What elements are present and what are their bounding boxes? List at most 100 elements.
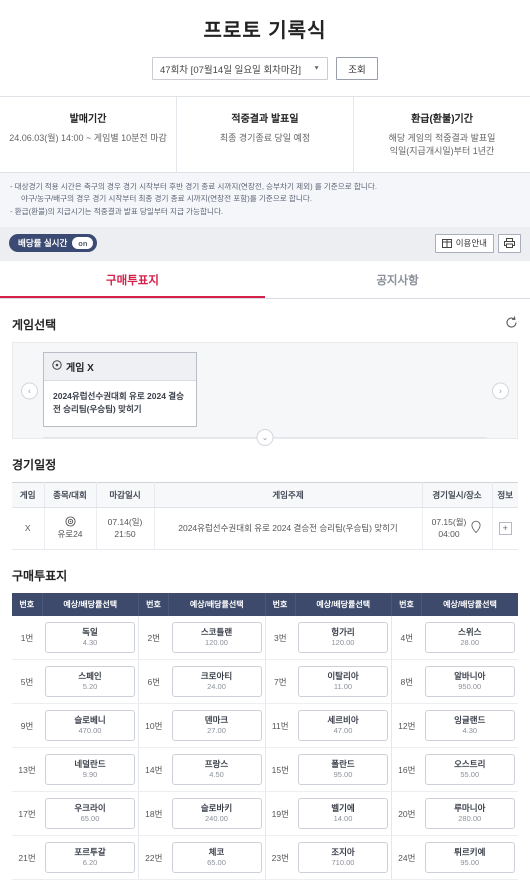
option-number: 2번: [138, 616, 169, 661]
option-button[interactable]: 슬로바키 240.00: [171, 798, 262, 830]
search-button[interactable]: 조회: [336, 57, 378, 80]
option-cell: 체코 65.00: [168, 835, 266, 880]
option-button[interactable]: 폴란드 95.00: [298, 754, 388, 786]
option-button[interactable]: 프랑스 4.50: [171, 754, 262, 786]
tab-notices[interactable]: 공지사항: [265, 261, 530, 298]
col-pick: 예상/배당률선택: [168, 593, 266, 617]
location-pin-icon[interactable]: [470, 520, 482, 538]
col-match-datetime: 경기일시/장소: [422, 482, 493, 509]
toggle-state-pill: on: [72, 237, 94, 250]
option-button[interactable]: 덴마크 27.00: [171, 710, 262, 742]
option-number: 21번: [12, 835, 42, 880]
col-deadline: 마감일시: [96, 482, 155, 509]
col-pick: 예상/배당률선택: [295, 593, 392, 617]
col-info: 정보: [492, 482, 518, 509]
refresh-icon[interactable]: [505, 316, 518, 332]
option-button[interactable]: 알바니아 950.00: [424, 666, 515, 698]
option-team: 프랑스: [204, 759, 229, 770]
info-text: 24.06.03(월) 14:00 ~ 게임별 10분전 마감: [9, 133, 167, 143]
option-number: 1번: [12, 616, 42, 661]
option-team: 이탈리아: [327, 671, 359, 682]
option-team: 헝가리: [331, 627, 355, 638]
option-team: 폴란드: [331, 759, 355, 770]
option-odds: 470.00: [78, 726, 102, 735]
info-cell-refund-period: 환급(환불)기간 해당 게임의 적중결과 발표일 익일(지급개시일)부터 1년간: [354, 97, 530, 172]
option-number: 20번: [391, 791, 422, 837]
option-cell: 네덜란드 9.90: [42, 747, 139, 793]
option-button[interactable]: 헝가리 120.00: [298, 622, 388, 654]
option-cell: 슬로베니 470.00: [42, 703, 139, 749]
option-button[interactable]: 스페인 5.20: [45, 666, 135, 698]
option-button[interactable]: 조지아 710.00: [298, 842, 388, 874]
option-team: 덴마크: [204, 715, 229, 726]
carousel-expand-button[interactable]: ⌄: [256, 429, 274, 447]
match-date: 07.15(월): [431, 517, 467, 528]
option-button[interactable]: 세르비아 47.00: [298, 710, 388, 742]
game-carousel: ‹ 게임 X 2024유럽선수권대회 유로 2024 결승전 승리팀(우승팀) …: [12, 341, 518, 447]
page-title: 프로토 기록식: [203, 20, 327, 42]
option-button[interactable]: 독일 4.30: [45, 622, 135, 654]
option-number: 11번: [265, 703, 295, 749]
betting-heading: 구매투표지: [12, 569, 68, 584]
option-odds: 65.00: [80, 814, 100, 823]
table-row: 5번 스페인 5.20 6번 크로아티 24.00 7번 이탈리아 11.00 8번 알바니아 950…: [12, 659, 518, 705]
option-number: 5번: [12, 659, 42, 705]
option-cell: 튀르키예 95.00: [421, 835, 518, 880]
info-summary-row: 발매기간 24.06.03(월) 14:00 ~ 게임별 10분전 마감 적중결…: [0, 96, 530, 174]
option-cell: 조지아 710.00: [295, 835, 392, 880]
option-button[interactable]: 크로아티 24.00: [171, 666, 262, 698]
info-text: 최종 경기종료 당일 예정: [219, 133, 311, 143]
option-button[interactable]: 튀르키예 95.00: [424, 842, 515, 874]
option-button[interactable]: 포르투갈 6.20: [45, 842, 135, 874]
expand-info-button[interactable]: +: [498, 522, 512, 536]
option-odds: 120.00: [331, 638, 355, 647]
option-button[interactable]: 네덜란드 9.90: [45, 754, 135, 786]
option-button[interactable]: 스코틀랜 120.00: [171, 622, 262, 654]
option-button[interactable]: 스위스 28.00: [424, 622, 515, 654]
option-button[interactable]: 이탈리아 11.00: [298, 666, 388, 698]
tab-purchase-slip[interactable]: 구매투표지: [0, 261, 265, 298]
option-number: 19번: [265, 791, 295, 837]
print-button[interactable]: [498, 233, 521, 253]
option-button[interactable]: 슬로베니 470.00: [45, 710, 135, 742]
info-title: 발매기간: [69, 114, 107, 125]
notice-line: - 환급(환불)의 지급시기는 적중결과 발표 당일부터 지급 가능합니다.: [10, 206, 224, 216]
option-button[interactable]: 오스트리 55.00: [424, 754, 515, 786]
info-cell-sale-period: 발매기간 24.06.03(월) 14:00 ~ 게임별 10분전 마감: [0, 97, 177, 173]
option-button[interactable]: 체코 65.00: [171, 842, 262, 874]
carousel-next-button[interactable]: ›: [492, 382, 509, 400]
game-card[interactable]: 게임 X 2024유럽선수권대회 유로 2024 결승전 승리팀(우승팀) 맞히…: [43, 351, 197, 428]
option-cell: 우크라이 65.00: [42, 791, 139, 837]
option-team: 네덜란드: [74, 759, 106, 770]
cell-subject: 2024유럽선수권대회 유로 2024 결승전 승리팀(우승팀) 맞히기: [154, 507, 423, 551]
option-team: 스코틀랜: [200, 627, 233, 638]
option-cell: 스위스 28.00: [421, 616, 518, 661]
option-number: 17번: [12, 791, 42, 837]
option-odds: 65.00: [207, 858, 226, 867]
option-number: 6번: [138, 659, 169, 705]
game-card-subject: 2024유럽선수권대회 유로 2024 결승전 승리팀(우승팀) 맞히기: [53, 390, 184, 414]
option-number: 16번: [391, 747, 422, 793]
col-game: 게임: [12, 482, 45, 509]
carousel-prev-button[interactable]: ‹: [21, 382, 38, 400]
option-team: 오스트리: [454, 759, 486, 770]
option-odds: 11.00: [333, 682, 353, 691]
option-button[interactable]: 벨기에 14.00: [298, 798, 388, 830]
round-select[interactable]: 47회차 [07월14일 일요일 회차마감] ▼: [152, 57, 328, 80]
option-button[interactable]: 우크라이 65.00: [45, 798, 135, 830]
cell-game: X: [12, 507, 45, 551]
option-number: 14번: [138, 747, 169, 793]
option-odds: 27.00: [207, 726, 226, 735]
option-button[interactable]: 잉글랜드 4.30: [424, 710, 515, 742]
option-button[interactable]: 루마니아 280.00: [424, 798, 515, 830]
notice-line: - 대상경기 적용 시간은 축구의 경우 경기 시작부터 후반 경기 종료 시까…: [10, 182, 377, 192]
option-number: 8번: [391, 659, 422, 705]
option-odds: 9.90: [82, 770, 98, 779]
guide-button[interactable]: 이용안내: [434, 233, 494, 253]
live-odds-toggle[interactable]: 배당률 실시간 on: [9, 234, 98, 253]
schedule-table: 게임 종목/대회 마감일시 게임주제 경기일시/장소 정보 X 유로24 07.…: [12, 482, 518, 551]
option-number: 9번: [12, 703, 42, 749]
round-select-value: 47회차 [07월14일 일요일 회차마감]: [160, 64, 302, 76]
option-team: 튀르키예: [454, 847, 486, 858]
euro-ball-icon: [48, 516, 93, 528]
